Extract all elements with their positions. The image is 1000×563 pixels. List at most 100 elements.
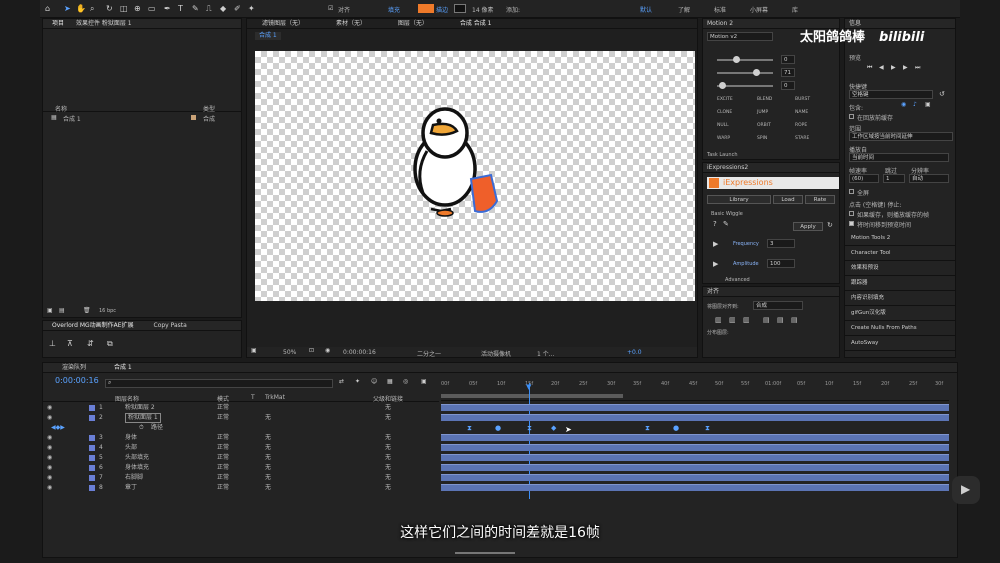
label-swatch[interactable] [89, 435, 95, 441]
exposure-value[interactable]: +0.0 [627, 349, 642, 356]
menu-content-aware-fill[interactable]: 内容识别填充 [845, 291, 955, 306]
align-to-select[interactable]: 合成 [753, 301, 803, 310]
play-from-select[interactable]: 当前时间 [849, 153, 949, 162]
menu-motion-tools[interactable]: Motion Tools 2 [845, 231, 955, 246]
motion-button-orbit[interactable]: ORBIT [757, 123, 771, 128]
keyframe[interactable]: ● [673, 424, 679, 432]
camera-select[interactable]: 活动摄像机 [481, 349, 511, 358]
tab-layer[interactable]: 图层（无） [393, 19, 433, 28]
menu-create-nulls[interactable]: Create Nulls From Paths [845, 321, 955, 336]
fullscreen-checkbox[interactable] [849, 189, 854, 194]
puppet-tool-icon[interactable]: ✦ [248, 4, 255, 14]
graph-editor-icon[interactable]: ▣ [421, 377, 427, 387]
label-swatch[interactable] [89, 405, 95, 411]
hand-tool-icon[interactable]: ✋ [76, 4, 86, 14]
layer-row[interactable]: ◉ 3 身体 正常 无 无 [43, 433, 439, 443]
label-swatch[interactable] [89, 415, 95, 421]
timeline-zoom-slider[interactable] [455, 552, 515, 554]
layer-bar[interactable] [441, 404, 949, 411]
align-title[interactable]: 对齐 [703, 287, 839, 297]
layer-mode[interactable]: 正常 [217, 443, 229, 453]
layer-bar[interactable] [441, 414, 949, 421]
align-bottom-edge-icon[interactable]: ▤ [791, 315, 798, 325]
workspace-item-4[interactable]: 库 [792, 5, 798, 14]
last-frame-icon[interactable]: ⏭ [915, 63, 920, 73]
workspace-item-3[interactable]: 小屏幕 [750, 5, 768, 14]
tab-comp-1[interactable]: 合成 1 [109, 363, 137, 372]
layer-trkmat[interactable]: 无 [265, 453, 271, 463]
selection-tool-icon[interactable]: ➤ [64, 4, 71, 14]
first-frame-icon[interactable]: ⏮ [867, 63, 872, 73]
pen-tool-icon[interactable]: ✒ [164, 4, 171, 14]
col-parent[interactable]: 父级和链接 [373, 394, 403, 403]
new-comp-icon[interactable]: ▤ [59, 306, 65, 316]
motion-button-jump[interactable]: JUMP [757, 110, 768, 115]
rate-button[interactable]: Rate [805, 195, 835, 204]
slider-track-2[interactable] [717, 72, 773, 74]
play-icon[interactable]: ▶ [891, 63, 896, 73]
trash-icon[interactable]: 🗑 [83, 306, 91, 316]
stroke-width-value[interactable]: 14 像素 [472, 5, 494, 14]
frequency-stopwatch-icon[interactable]: ▶ [713, 239, 718, 249]
layer-parent[interactable]: 无 [385, 403, 391, 413]
rectangle-tool-icon[interactable]: ▭ [148, 4, 156, 14]
label-swatch[interactable] [89, 475, 95, 481]
time-ruler[interactable]: 00f 05f 10f 15f 20f 25f 30f 35f 40f 45f … [441, 381, 949, 401]
next-frame-icon[interactable]: ▶ [903, 63, 908, 73]
align-right-icon[interactable]: ▥ [743, 315, 750, 325]
sub-property-label[interactable]: 路径 [151, 423, 163, 433]
layer-name[interactable]: 身体填充 [125, 463, 149, 473]
menu-character-tool[interactable]: Character Tool [845, 246, 955, 261]
layer-bar[interactable] [441, 464, 949, 471]
visibility-icon[interactable]: ◉ [47, 463, 52, 473]
views-select[interactable]: 1 个... [537, 349, 554, 358]
align-triangle-icon[interactable]: ⊼ [67, 339, 73, 349]
layer-parent[interactable]: 无 [385, 473, 391, 483]
layer-parent[interactable]: 无 [385, 433, 391, 443]
apply-button[interactable]: Apply [793, 222, 823, 231]
fit-icon[interactable]: ⊡ [309, 346, 314, 356]
include-audio-icon[interactable]: ♪ [913, 100, 917, 110]
align-bottom-icon[interactable]: ⊥ [49, 339, 56, 349]
menu-tracker[interactable]: 跟踪器 [845, 276, 955, 291]
visibility-icon[interactable]: ◉ [47, 473, 52, 483]
layer-row[interactable]: ◉ 7 右脚脚 正常 无 无 [43, 473, 439, 483]
cache-checkbox[interactable] [849, 114, 854, 119]
load-button[interactable]: Load [773, 195, 803, 204]
tab-copy-pasta[interactable]: Copy Pasta [149, 321, 192, 330]
task-launch-label[interactable]: Task Launch [707, 152, 738, 158]
layer-mode[interactable]: 正常 [217, 413, 229, 423]
new-folder-icon[interactable]: ▣ [47, 306, 53, 316]
advanced-label[interactable]: Advanced [725, 277, 750, 283]
label-swatch[interactable] [89, 465, 95, 471]
workspace-item-0[interactable]: 默认 [640, 5, 652, 14]
zoom-tool-icon[interactable]: ⌕ [90, 4, 94, 14]
visibility-icon[interactable]: ◉ [47, 453, 52, 463]
layer-bar[interactable] [441, 434, 949, 441]
reset-icon[interactable]: ↺ [939, 89, 945, 99]
slider-knob-2[interactable] [753, 69, 760, 76]
motion-button-excite[interactable]: EXCITE [717, 97, 733, 102]
comp-tab[interactable]: 合成 1 [255, 32, 281, 40]
col-layer-name[interactable]: 图层名称 [115, 394, 139, 403]
timeline-search[interactable] [105, 379, 333, 388]
stopwatch-icon[interactable]: ⏱ [139, 423, 144, 433]
motion-button-null[interactable]: NULL [717, 123, 729, 128]
project-col-type[interactable]: 类型 [203, 104, 215, 113]
menu-gifgun[interactable]: gifGun汉化版 [845, 306, 955, 321]
workspace-item-2[interactable]: 标准 [714, 5, 726, 14]
motion-button-rope[interactable]: ROPE [795, 123, 807, 128]
menu-effects-presets[interactable]: 效果和预设 [845, 261, 955, 276]
bpc-label[interactable]: 16 bpc [99, 308, 116, 314]
clone-stamp-tool-icon[interactable]: ⎍ [206, 4, 212, 14]
canvas[interactable] [255, 51, 695, 301]
project-col-name[interactable]: 名称 [55, 104, 67, 113]
label-swatch[interactable] [89, 445, 95, 451]
motion-button-blend[interactable]: BLEND [757, 97, 772, 102]
keyframe[interactable]: ⧗ [645, 424, 650, 432]
layer-mode[interactable]: 正常 [217, 463, 229, 473]
layer-name[interactable]: 身体 [125, 433, 137, 443]
frequency-input[interactable]: 3 [767, 239, 795, 248]
layer-name[interactable]: 粉狱面层 1 [125, 413, 161, 423]
amplitude-stopwatch-icon[interactable]: ▶ [713, 259, 718, 269]
